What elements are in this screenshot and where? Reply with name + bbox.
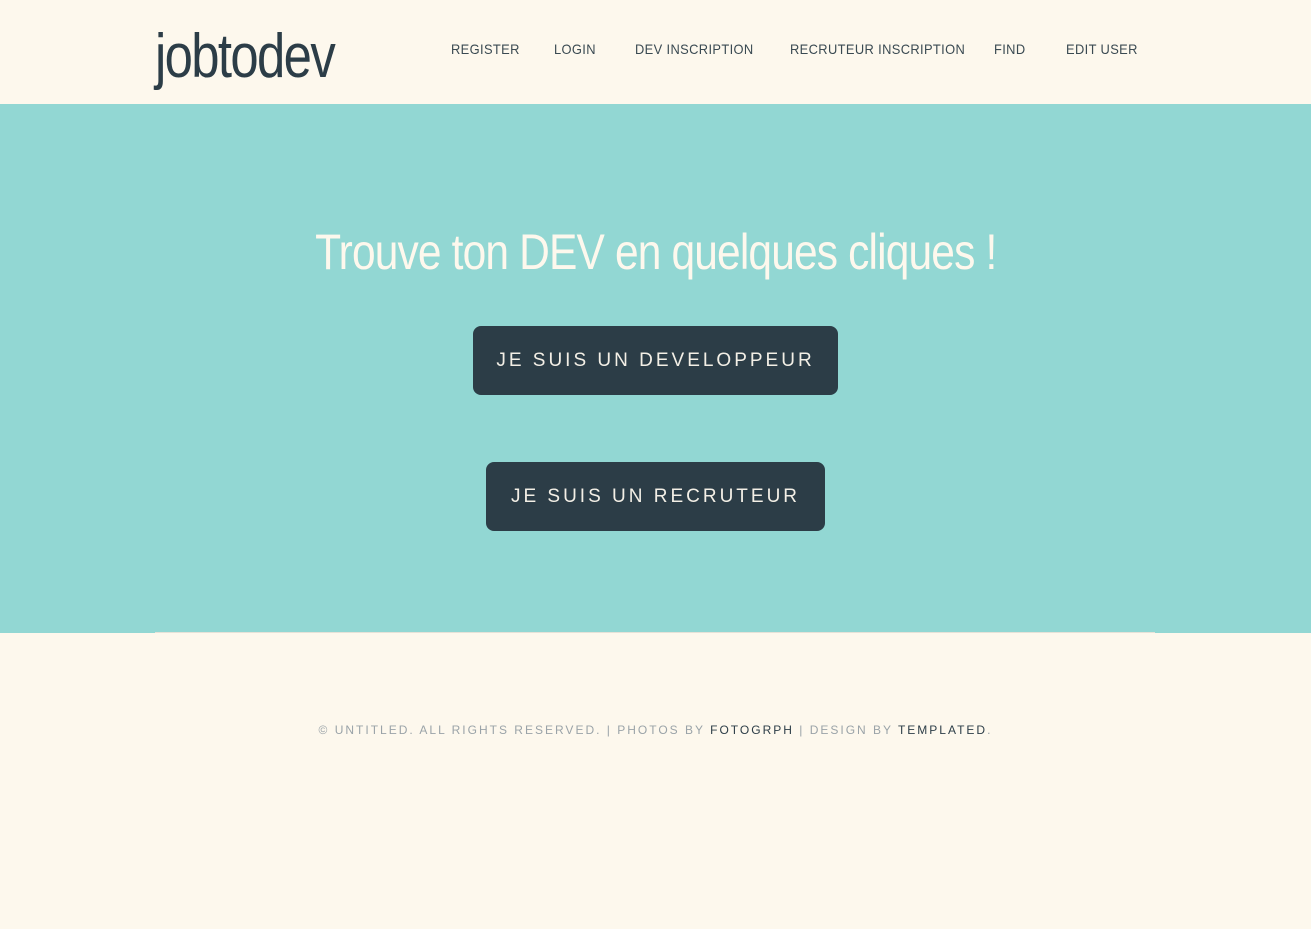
footer-divider	[155, 632, 1155, 633]
nav-dev-inscription[interactable]: DEV INSCRIPTION	[635, 38, 754, 60]
nav-register[interactable]: REGISTER	[451, 38, 520, 60]
site-header: jobtodev REGISTER LOGIN DEV INSCRIPTION …	[0, 0, 1311, 104]
recruiter-button[interactable]: JE SUIS UN RECRUTEUR	[486, 462, 825, 531]
templated-link[interactable]: TEMPLATED	[898, 723, 987, 737]
nav-recruteur-inscription[interactable]: RECRUTEUR INSCRIPTION	[790, 38, 965, 60]
hero-title-text: Trouve ton DEV en quelques cliques !	[314, 224, 997, 280]
main-nav: REGISTER LOGIN DEV INSCRIPTION RECRUTEUR…	[0, 38, 1311, 60]
design-by-text: | DESIGN BY	[793, 723, 898, 737]
copyright-text: © UNTITLED. ALL RIGHTS RESERVED. | PHOTO…	[318, 723, 711, 737]
developer-button[interactable]: JE SUIS UN DEVELOPPEUR	[473, 326, 838, 395]
footer-period: .	[987, 723, 993, 737]
nav-edit-user[interactable]: EDIT USER	[1066, 38, 1138, 60]
nav-login[interactable]: LOGIN	[554, 38, 596, 60]
fotogrph-link[interactable]: FOTOGRPH	[710, 723, 794, 737]
hero-title: Trouve ton DEV en quelques cliques !	[0, 222, 1311, 282]
site-footer: © UNTITLED. ALL RIGHTS RESERVED. | PHOTO…	[0, 720, 1311, 740]
nav-find[interactable]: FIND	[994, 38, 1026, 60]
hero-banner: Trouve ton DEV en quelques cliques ! JE …	[0, 104, 1311, 633]
